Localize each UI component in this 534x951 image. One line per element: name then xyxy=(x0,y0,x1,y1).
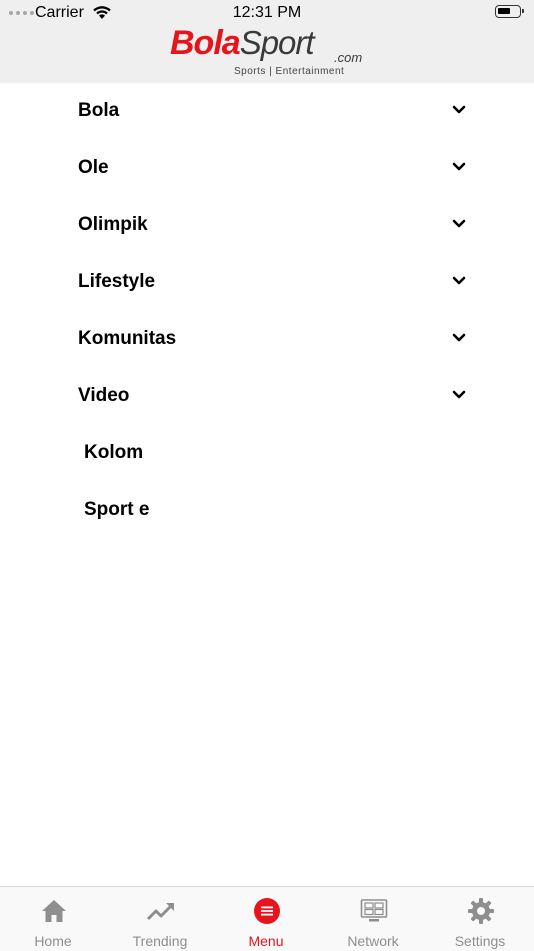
chevron-down-icon[interactable] xyxy=(452,390,466,400)
trending-icon xyxy=(147,903,174,921)
tab-bar: Home Trending Menu Network Settings xyxy=(0,886,534,951)
tab-trending[interactable]: Trending xyxy=(107,887,213,951)
menu-item-label: Sport e xyxy=(84,499,150,520)
menu-item-label: Kolom xyxy=(84,442,144,463)
logo-wordmark: BolaSport xyxy=(170,24,315,62)
home-icon xyxy=(42,900,66,922)
network-icon xyxy=(360,899,388,922)
menu-item-label: Video xyxy=(78,385,130,406)
menu-item-label: Bola xyxy=(78,100,120,121)
menu-item-label: Lifestyle xyxy=(78,271,156,292)
menu-item-olimpik[interactable]: Olimpik xyxy=(0,197,534,254)
menu-item-komunitas[interactable]: Komunitas xyxy=(0,311,534,368)
tab-network[interactable]: Network xyxy=(320,887,426,951)
logo-com-text: .com xyxy=(334,50,363,65)
tab-label: Trending xyxy=(132,933,188,949)
chevron-down-icon[interactable] xyxy=(452,162,466,172)
logo-tagline: Sports | Entertainment xyxy=(234,66,345,77)
menu-item-label: Ole xyxy=(78,157,109,178)
menu-item-sport-e[interactable]: Sport e xyxy=(0,482,534,539)
tab-menu[interactable]: Menu xyxy=(213,887,319,951)
tab-label: Network xyxy=(347,933,399,949)
menu-item-kolom[interactable]: Kolom xyxy=(0,425,534,482)
menu-item-label: Olimpik xyxy=(78,214,148,235)
tab-label: Settings xyxy=(454,933,506,949)
bolasport-logo[interactable]: BolaSport .com Sports | Entertainment xyxy=(170,24,370,80)
menu-item-ole[interactable]: Ole xyxy=(0,140,534,197)
logo-bola-text: Bola xyxy=(170,24,241,62)
menu-item-lifestyle[interactable]: Lifestyle xyxy=(0,254,534,311)
tab-label: Home xyxy=(34,933,72,949)
battery-icon xyxy=(495,5,524,18)
nav-bar: BolaSport .com Sports | Entertainment xyxy=(0,24,534,83)
menu-item-label: Komunitas xyxy=(78,328,177,349)
chevron-down-icon[interactable] xyxy=(452,333,466,343)
status-time: 12:31 PM xyxy=(232,4,302,21)
tab-home[interactable]: Home xyxy=(0,887,106,951)
chevron-down-icon[interactable] xyxy=(452,219,466,229)
gear-icon xyxy=(468,898,494,924)
tab-label: Menu xyxy=(248,933,284,949)
menu-icon xyxy=(254,898,280,924)
menu-item-bola[interactable]: Bola xyxy=(0,83,534,140)
logo-sport-text: Sport xyxy=(239,24,315,61)
menu-item-video[interactable]: Video xyxy=(0,368,534,425)
chevron-down-icon[interactable] xyxy=(452,276,466,286)
chevron-down-icon[interactable] xyxy=(452,105,466,115)
tab-settings[interactable]: Settings xyxy=(427,887,533,951)
